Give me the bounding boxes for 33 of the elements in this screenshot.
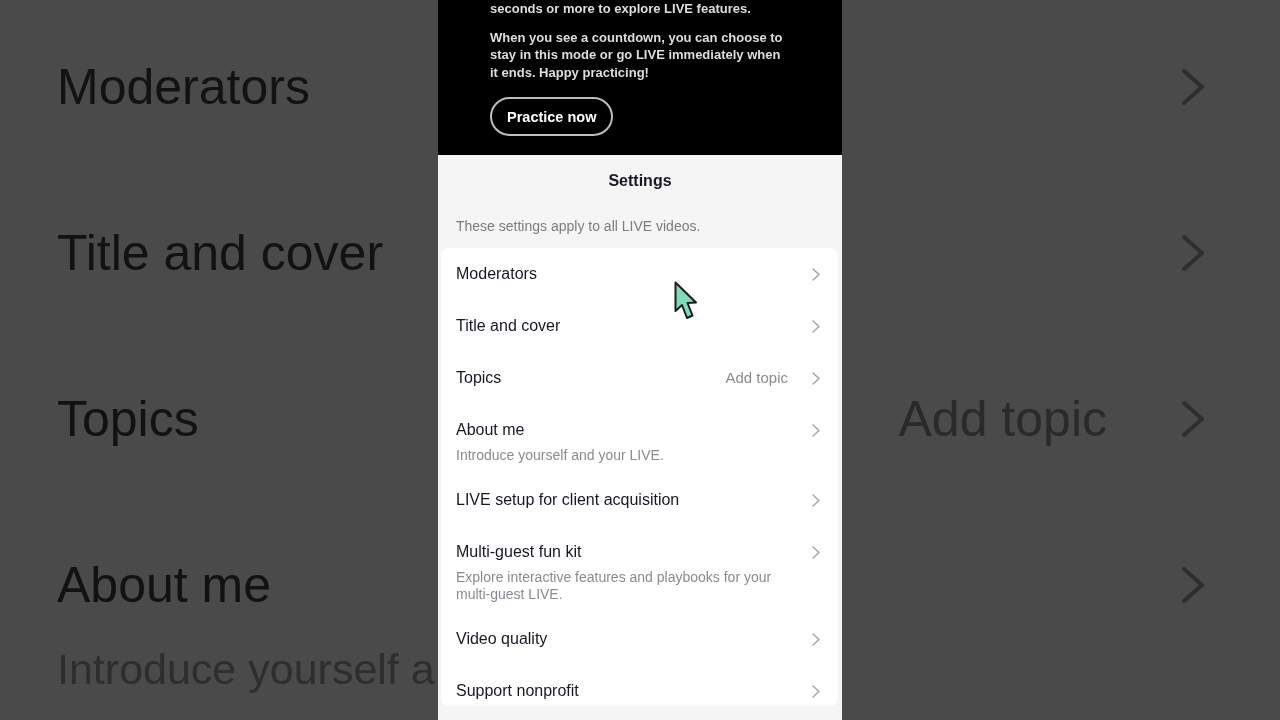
chevron-right-icon <box>812 493 820 507</box>
promo-paragraph: When you see a countdown, you can choose to stay in this mode or go LIVE immediately when it ends. Happy practicing! <box>490 28 784 81</box>
chevron-right-icon <box>1182 235 1204 271</box>
setting-label[interactable]: Support nonprofit <box>456 681 579 701</box>
setting-label[interactable]: Video quality <box>456 629 548 649</box>
promo-paragraph: seconds or more to explore LIVE features. <box>490 0 752 18</box>
backdrop-label: Title and cover <box>57 224 384 283</box>
practice-now-button[interactable]: Practice now <box>490 97 614 136</box>
backdrop-label: Moderators <box>57 58 310 117</box>
chevron-right-icon <box>812 632 820 646</box>
settings-subtitle: These settings apply to all LIVE videos. <box>456 217 702 235</box>
setting-description: Explore interactive features and playbooks for your multi-guest LIVE. <box>456 569 773 603</box>
chevron-right-icon <box>812 319 820 333</box>
setting-label[interactable]: LIVE setup for client acquisition <box>456 490 680 510</box>
settings-title: Settings <box>608 171 672 191</box>
chevron-right-icon <box>1182 69 1204 105</box>
setting-description: Introduce yourself and your LIVE. <box>456 447 665 464</box>
chevron-right-icon <box>1182 401 1204 437</box>
chevron-right-icon <box>812 371 820 385</box>
chevron-right-icon <box>812 684 820 698</box>
setting-label[interactable]: About me <box>456 420 525 440</box>
setting-label[interactable]: Multi-guest fun kit <box>456 542 582 562</box>
chevron-right-icon <box>1182 567 1204 603</box>
chevron-right-icon <box>812 545 820 559</box>
pointer-cursor-icon <box>674 281 698 321</box>
setting-label[interactable]: Moderators <box>456 264 537 284</box>
setting-label[interactable]: Title and cover <box>456 316 561 336</box>
backdrop-label: Topics <box>57 390 199 449</box>
chevron-right-icon <box>812 423 820 437</box>
chevron-right-icon <box>812 267 820 281</box>
backdrop-label: About me <box>57 556 271 615</box>
setting-value: Add topic <box>725 368 788 388</box>
setting-label[interactable]: Topics <box>456 368 502 388</box>
